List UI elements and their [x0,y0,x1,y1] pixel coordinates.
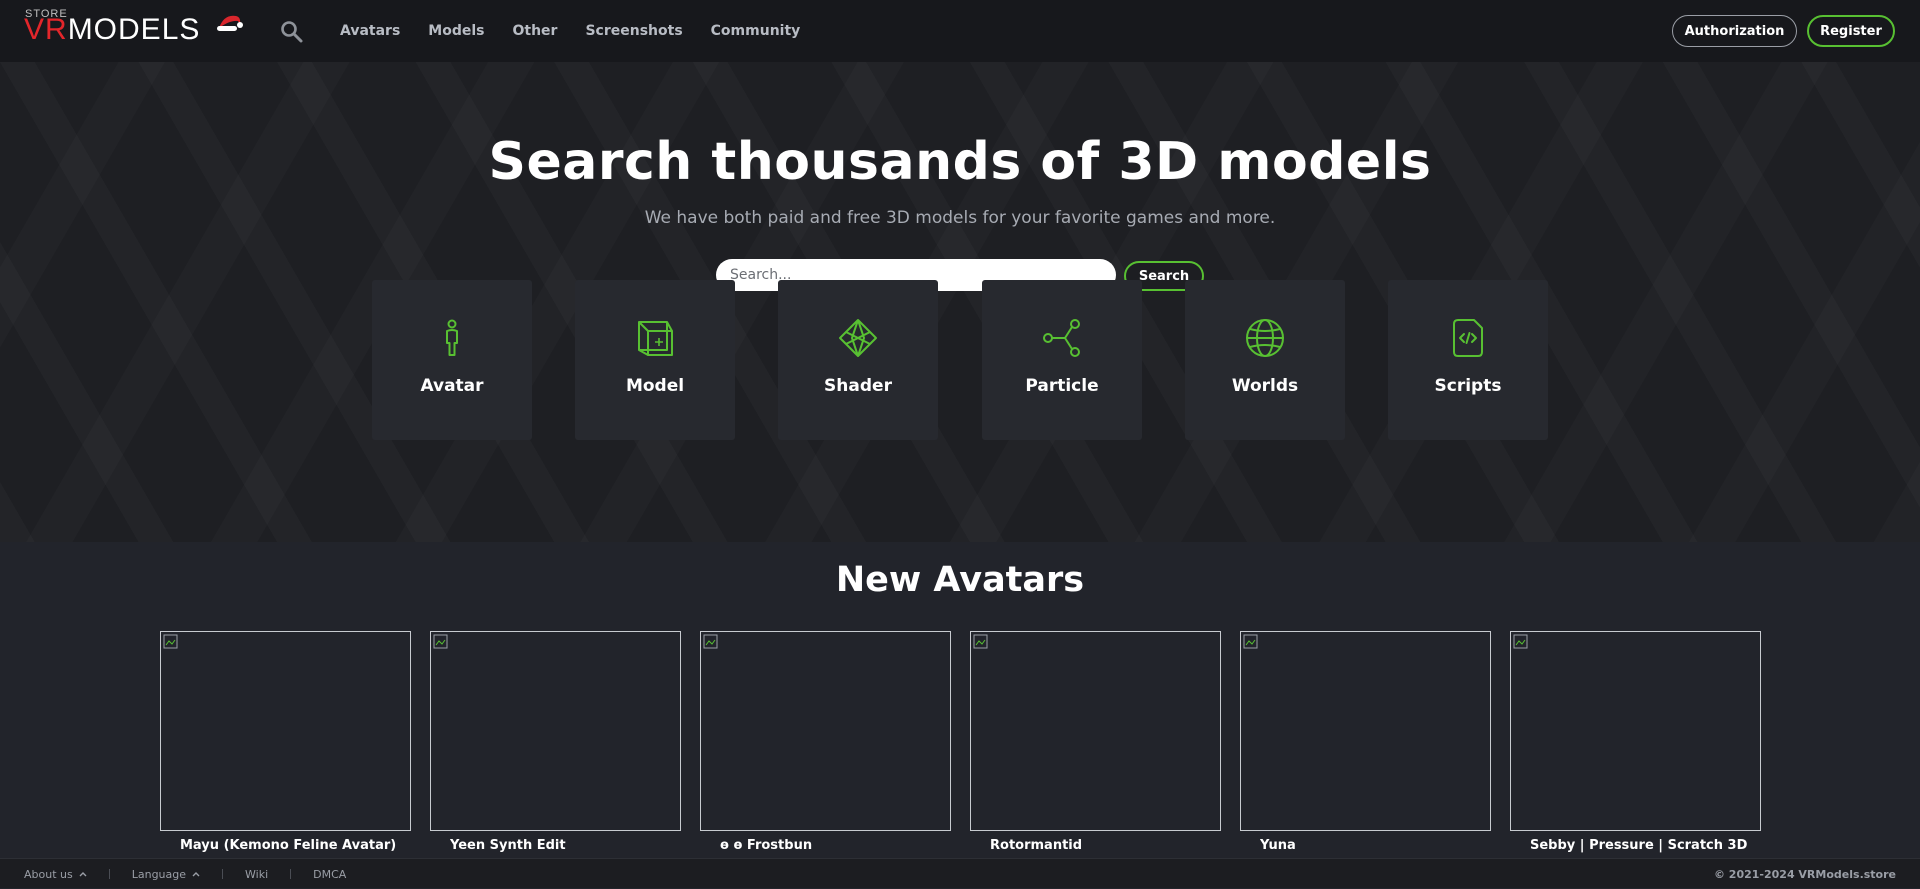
category-avatar[interactable]: Avatar [372,280,532,440]
footer-divider [222,869,224,879]
logo-models-text: MODELS [67,13,201,46]
broken-image-icon [163,634,178,649]
footer-language[interactable]: Language [132,868,200,881]
avatar-card[interactable]: Mayu (Kemono Feline Avatar) [160,631,411,871]
avatar-thumbnail[interactable] [1240,631,1491,831]
site-footer: About us Language Wiki DMCA © 2021-2024 … [0,858,1920,888]
broken-image-icon [433,634,448,649]
globe-icon [1246,319,1284,357]
footer-language-label: Language [131,867,187,881]
avatar-thumbnail[interactable] [160,631,411,831]
broken-image-icon [1513,634,1528,649]
nav-screenshots[interactable]: Screenshots [585,23,682,39]
share-nodes-icon [1043,319,1080,357]
category-model[interactable]: Model [575,280,735,440]
avatar-card[interactable]: Yuna [1240,631,1491,871]
logo-brand-text: VRMODELS [24,13,200,47]
footer-about-us[interactable]: About us [24,868,87,881]
logo-vr-text: VR [24,13,68,46]
avatar-thumbnail[interactable] [1510,631,1761,831]
nav-models[interactable]: Models [428,23,484,39]
avatar-name[interactable]: Yuna [1260,838,1490,853]
footer-dmca[interactable]: DMCA [313,868,346,881]
footer-wiki[interactable]: Wiki [245,868,268,881]
avatar-card[interactable]: Yeen Synth Edit [430,631,681,871]
register-button[interactable]: Register [1807,15,1895,47]
category-particle[interactable]: Particle [982,280,1142,440]
hero-section: Search thousands of 3D models We have bo… [0,62,1920,542]
nav-other[interactable]: Other [513,23,558,39]
avatar-card[interactable]: Sebby | Pressure | Scratch 3D [1510,631,1761,871]
footer-divider [290,869,292,879]
new-avatars-title: New Avatars [835,560,1085,600]
header-search-icon[interactable] [280,20,304,44]
chevron-up-icon [192,872,200,877]
avatar-name[interactable]: Sebby | Pressure | Scratch 3D [1530,838,1760,853]
footer-copyright: © 2021-2024 VRModels.store [1713,867,1896,881]
avatar-name[interactable]: Rotormantid [990,838,1220,853]
broken-image-icon [1243,634,1258,649]
footer-about-label: About us [24,867,73,881]
code-file-icon [1453,319,1483,357]
nav-community[interactable]: Community [711,23,801,39]
authorization-button[interactable]: Authorization [1672,15,1797,47]
category-label: Particle [1025,376,1099,396]
avatar-thumbnail[interactable] [430,631,681,831]
chevron-up-icon [79,872,87,877]
santa-hat-icon [217,15,243,31]
avatar-thumbnail[interactable] [700,631,951,831]
hero-subtitle: We have both paid and free 3D models for… [644,208,1276,228]
nav-avatars[interactable]: Avatars [340,23,400,39]
footer-divider [108,869,110,879]
avatar-name[interactable]: Mayu (Kemono Feline Avatar) [180,838,410,853]
category-label: Shader [824,376,892,396]
hero-title: Search thousands of 3D models [488,132,1432,192]
category-label: Model [625,376,685,396]
diamond-icon [839,319,877,357]
broken-image-icon [703,634,718,649]
avatar-name[interactable]: Yeen Synth Edit [450,838,680,853]
site-logo[interactable]: STORE VRMODELS [24,8,246,47]
category-label: Scripts [1434,376,1502,396]
avatar-card[interactable]: ɵ ɵ Frostbun [700,631,951,871]
category-shader[interactable]: Shader [778,280,938,440]
avatar-card[interactable]: Rotormantid [970,631,1221,871]
main-nav: Avatars Models Other Screenshots Communi… [340,0,800,62]
category-label: Worlds [1231,376,1299,396]
category-worlds[interactable]: Worlds [1185,280,1345,440]
cube-icon [638,321,673,356]
avatar-thumbnail[interactable] [970,631,1221,831]
footer-links: About us Language Wiki DMCA [24,859,346,889]
category-scripts[interactable]: Scripts [1388,280,1548,440]
broken-image-icon [973,634,988,649]
site-header: STORE VRMODELS Avatars Models Other Scre… [0,0,1920,62]
category-label: Avatar [420,376,484,396]
person-icon [446,319,458,356]
avatar-name[interactable]: ɵ ɵ Frostbun [720,838,950,853]
